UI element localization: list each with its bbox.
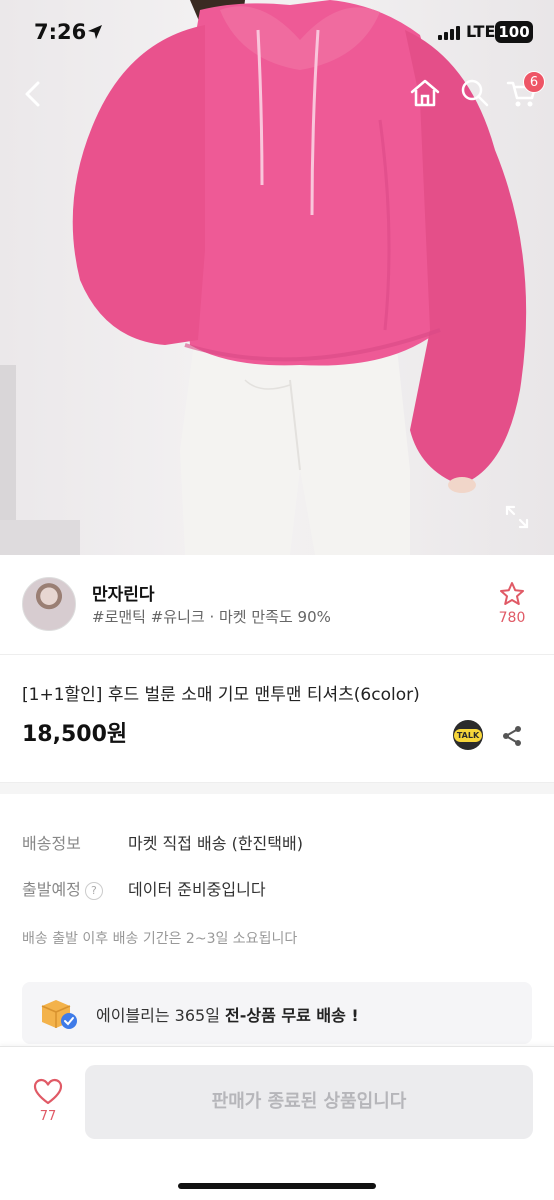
product-title: [1+1할인] 후드 벌룬 소매 기모 맨투맨 티셔츠(6color) — [22, 685, 420, 705]
status-bar: 7:26 LTE 100 — [0, 0, 554, 66]
expand-icon[interactable] — [503, 503, 531, 531]
search-icon[interactable] — [458, 76, 492, 110]
star-icon[interactable] — [498, 580, 526, 608]
promo-bold: 전-상품 무료 배송 ! — [225, 1006, 359, 1025]
departure-row: 출발예정? 데이터 준비중입니다 — [22, 876, 266, 900]
network-type: LTE — [466, 22, 496, 41]
seller-name[interactable]: 만자린다 — [92, 580, 155, 605]
free-shipping-banner[interactable]: 에이블리는 365일 전-상품 무료 배송 ! — [22, 982, 532, 1044]
shipping-info-row: 배송정보 마켓 직접 배송 (한진택배) — [22, 830, 303, 854]
bottom-action-bar: 77 판매가 종료된 상품입니다 — [0, 1046, 554, 1200]
back-arrow-icon[interactable] — [18, 78, 50, 110]
location-arrow-icon — [88, 25, 102, 39]
status-time: 7:26 — [34, 20, 87, 44]
departure-label-wrap: 출발예정? — [22, 876, 128, 900]
promo-prefix: 에이블리는 365일 — [96, 1006, 226, 1025]
departure-value: 데이터 준비중입니다 — [128, 880, 266, 899]
home-icon[interactable] — [408, 76, 442, 110]
kakao-talk-button[interactable]: TALK — [453, 720, 483, 750]
shipping-section: 배송정보 마켓 직접 배송 (한진택배) 출발예정? 데이터 준비중입니다 배송 출… — [0, 794, 554, 1054]
section-divider — [0, 782, 554, 794]
shipping-info-value: 마켓 직접 배송 (한진택배) — [128, 834, 303, 853]
departure-label: 출발예정 — [22, 880, 81, 899]
home-indicator — [178, 1183, 376, 1189]
cart-count-badge: 6 — [523, 71, 545, 93]
seller-tags: #로맨틱 #유니크 · 마켓 만족도 90% — [92, 608, 331, 626]
talk-label: TALK — [453, 728, 483, 742]
cellular-signal-icon — [438, 26, 460, 40]
help-icon[interactable]: ? — [84, 882, 103, 900]
like-count: 77 — [39, 1109, 57, 1124]
product-info: [1+1할인] 후드 벌룬 소매 기모 맨투맨 티셔츠(6color) 18,5… — [0, 656, 554, 782]
delivery-box-icon — [41, 1000, 77, 1029]
shipping-info-label: 배송정보 — [22, 834, 81, 853]
sold-out-button[interactable]: 판매가 종료된 상품입니다 — [85, 1065, 533, 1139]
product-price: 18,500원 — [22, 722, 128, 747]
product-image[interactable]: 7:26 LTE 100 6 — [0, 0, 554, 555]
battery-indicator: 100 — [495, 21, 533, 43]
seller-favorite-count: 780 — [498, 610, 526, 626]
heart-icon[interactable] — [33, 1077, 63, 1107]
free-shipping-text: 에이블리는 365일 전-상품 무료 배송 ! — [96, 1002, 359, 1026]
seller-section[interactable]: 만자린다 #로맨틱 #유니크 · 마켓 만족도 90% 780 — [0, 555, 554, 655]
share-icon[interactable] — [500, 724, 524, 748]
seller-avatar[interactable] — [22, 577, 76, 631]
shipping-note: 배송 출발 이후 배송 기간은 2~3일 소요됩니다 — [22, 931, 298, 947]
